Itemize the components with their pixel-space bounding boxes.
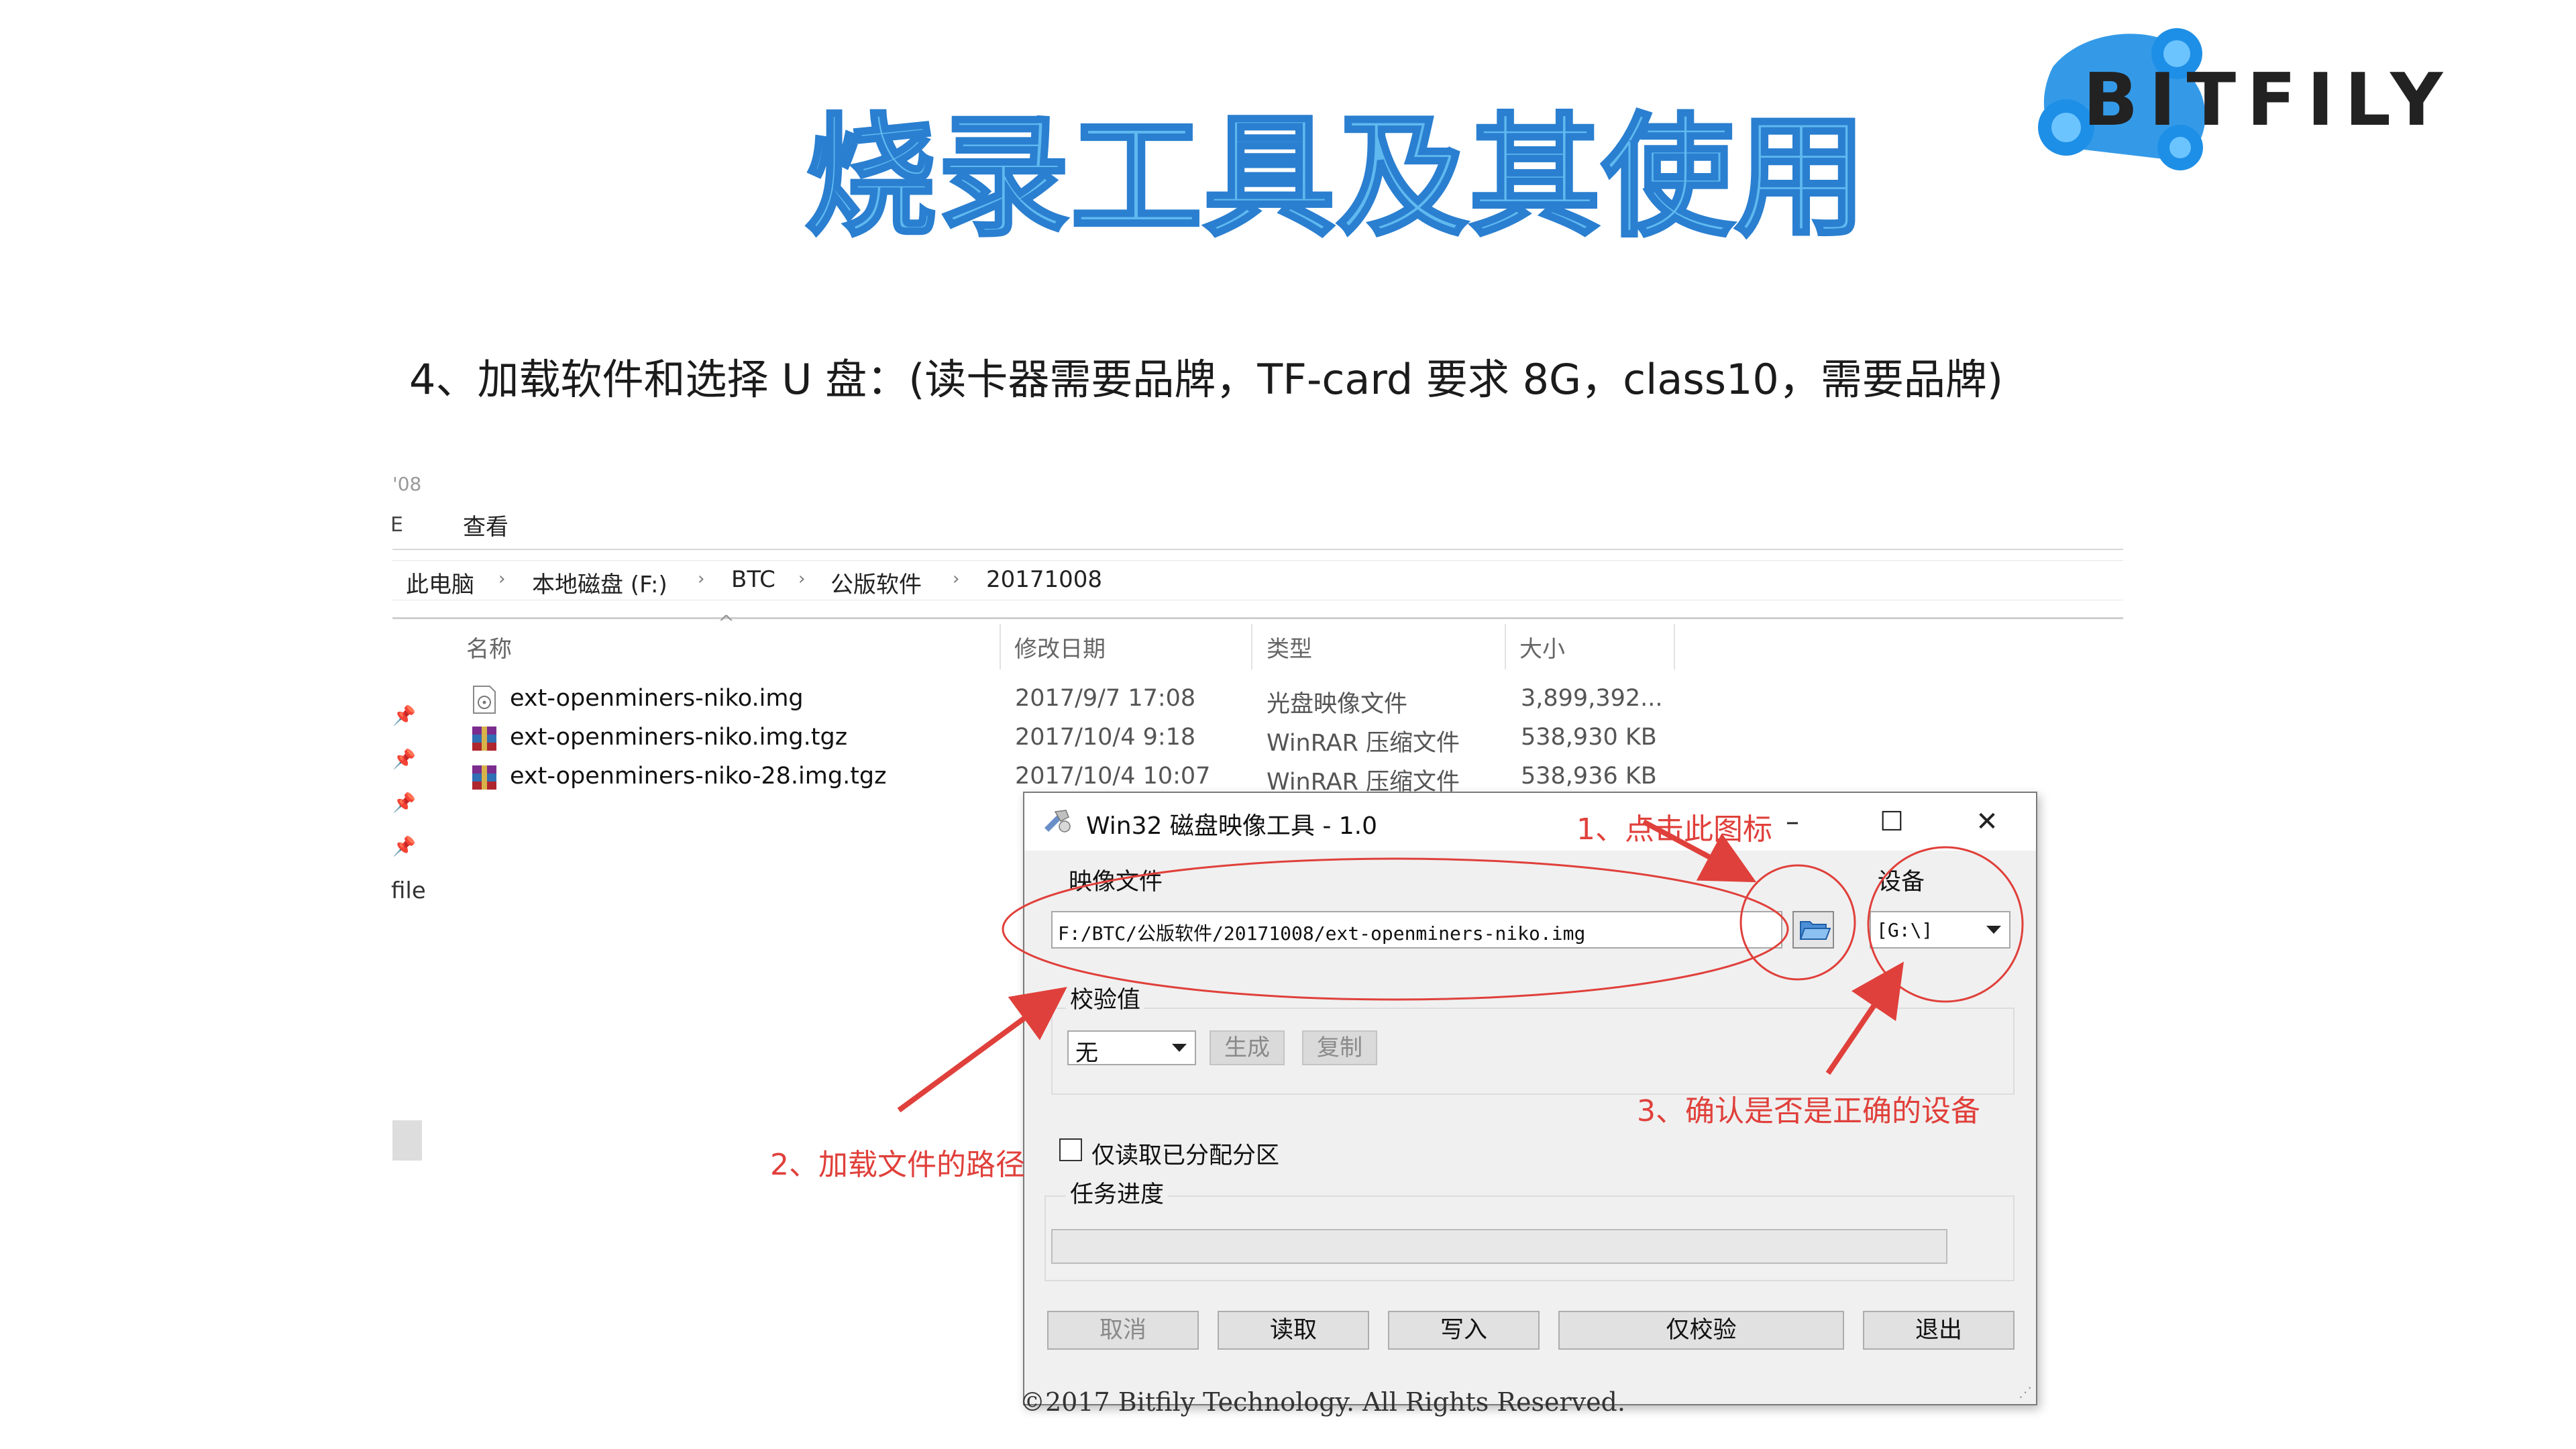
column-separator [1000, 624, 1001, 669]
cancel-button[interactable]: 取消 [1047, 1311, 1199, 1350]
file-date: 2017/10/4 10:07 [1015, 763, 1211, 790]
hash-label: 校验值 [1066, 981, 1145, 1015]
read-only-allocated-checkbox[interactable] [1059, 1138, 1082, 1161]
breadcrumb-public-software[interactable]: 公版软件 [830, 566, 922, 599]
chevron-down-icon [1986, 926, 2001, 934]
column-separator [1251, 624, 1252, 669]
sort-caret-icon: ^ [718, 612, 735, 635]
verify-only-button[interactable]: 仅校验 [1558, 1311, 1844, 1350]
breadcrumb-folder[interactable]: 20171008 [986, 566, 1102, 593]
folder-open-icon [1799, 921, 1831, 940]
device-value: [G:\] [1876, 919, 1933, 941]
disc-image-icon [473, 686, 496, 714]
resize-grip-icon[interactable]: ⋰ [2019, 1384, 2032, 1400]
column-header-type[interactable]: 类型 [1267, 631, 1312, 663]
image-file-label: 映像文件 [1069, 869, 1163, 896]
slide-footer: ©2017 Bitfily Technology. All Rights Res… [1020, 1387, 1625, 1417]
file-size: 538,936 KB [1521, 763, 1657, 790]
generate-hash-button[interactable]: 生成 [1210, 1030, 1285, 1065]
write-button[interactable]: 写入 [1388, 1311, 1540, 1350]
pin-icon[interactable]: 📌 [392, 704, 416, 727]
ribbon-fragment: '08 [392, 473, 422, 495]
winrar-archive-icon [472, 727, 496, 751]
address-divider [392, 617, 2123, 619]
annotation-step1: 1、点击此图标 [1576, 812, 1772, 847]
breadcrumb-separator-icon: › [698, 569, 705, 589]
close-button[interactable]: ✕ [1950, 800, 2024, 844]
maximize-button[interactable]: ☐ [1855, 800, 1929, 844]
breadcrumb-separator-icon: › [498, 569, 506, 589]
pin-icon[interactable]: 📌 [392, 748, 416, 771]
nav-pane-scrollbar[interactable] [392, 1120, 422, 1161]
chevron-down-icon [1172, 1044, 1187, 1052]
read-only-allocated-label: 仅读取已分配分区 [1091, 1142, 1280, 1169]
file-name[interactable]: ext-openminers-niko.img.tgz [510, 724, 847, 751]
file-row[interactable]: ext-openminers-niko.img.tgz 2017/10/4 9:… [463, 720, 1805, 757]
browse-folder-button[interactable] [1792, 911, 1834, 949]
breadcrumb-separator-icon: › [798, 569, 806, 589]
file-size: 538,930 KB [1521, 724, 1657, 751]
ribbon-tab-view[interactable]: 查看 [463, 508, 508, 541]
file-row[interactable]: ext-openminers-niko.img 2017/9/7 17:08 光… [463, 681, 1805, 718]
slide-subtitle: 4、加载软件和选择 U 盘：(读卡器需要品牌，TF-card 要求 8G，cla… [409, 355, 2004, 404]
copy-hash-button[interactable]: 复制 [1302, 1030, 1377, 1065]
file-size: 3,899,392... [1521, 685, 1663, 712]
annotation-step3: 3、确认是否是正确的设备 [1637, 1094, 1980, 1128]
ribbon-fragment-left: E [390, 513, 403, 537]
file-type: 光盘映像文件 [1267, 691, 1408, 718]
read-button[interactable]: 读取 [1218, 1311, 1369, 1350]
dialog-title: Win32 磁盘映像工具 - 1.0 [1086, 812, 1378, 840]
disk-imager-app-icon [1044, 810, 1071, 833]
winrar-archive-icon [472, 765, 496, 790]
file-type: WinRAR 压缩文件 [1267, 730, 1460, 757]
file-row[interactable]: ext-openminers-niko-28.img.tgz 2017/10/4… [463, 759, 1805, 796]
slide-title: 烧录工具及其使用 [804, 100, 1868, 256]
hash-type-select[interactable]: 无 [1067, 1030, 1196, 1067]
annotation-step2: 2、加载文件的路径 [770, 1148, 1025, 1182]
column-header-size[interactable]: 大小 [1519, 631, 1565, 663]
pin-icon[interactable]: 📌 [392, 835, 416, 858]
dialog-titlebar[interactable]: Win32 磁盘映像工具 - 1.0 – ☐ ✕ [1024, 793, 2036, 851]
nav-pane-fragment: file [391, 877, 426, 904]
file-name[interactable]: ext-openminers-niko-28.img.tgz [510, 763, 887, 790]
image-file-input[interactable]: F:/BTC/公版软件/20171008/ext-openminers-niko… [1051, 911, 1782, 949]
task-progress-bar [1051, 1229, 1947, 1264]
hash-value: 无 [1075, 1040, 1098, 1067]
ribbon-divider [392, 549, 2123, 550]
progress-label: 任务进度 [1066, 1175, 1169, 1210]
file-date: 2017/10/4 9:18 [1015, 724, 1196, 751]
pin-icon[interactable]: 📌 [392, 792, 416, 814]
column-header-date[interactable]: 修改日期 [1014, 631, 1106, 663]
column-separator [1505, 624, 1506, 669]
device-select[interactable]: [G:\] [1870, 911, 2010, 949]
address-bar[interactable]: 此电脑 › 本地磁盘 (F:) › BTC › 公版软件 › 20171008 [392, 560, 2123, 600]
breadcrumb-drive[interactable]: 本地磁盘 (F:) [532, 566, 667, 599]
device-label: 设备 [1878, 869, 1925, 896]
breadcrumb-separator-icon: › [953, 569, 960, 589]
breadcrumb-this-pc[interactable]: 此电脑 [406, 566, 474, 599]
exit-button[interactable]: 退出 [1863, 1311, 2015, 1350]
column-header-name[interactable]: 名称 [466, 631, 512, 663]
column-separator [1674, 624, 1675, 669]
logo-text: BITFILY [2083, 58, 2454, 142]
file-name[interactable]: ext-openminers-niko.img [510, 685, 804, 712]
file-date: 2017/9/7 17:08 [1015, 685, 1196, 712]
breadcrumb-btc[interactable]: BTC [731, 566, 775, 593]
